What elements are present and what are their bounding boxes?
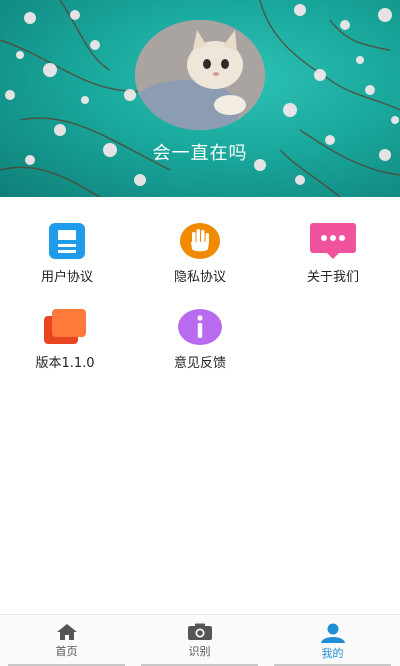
document-icon	[49, 223, 85, 259]
menu-item-label: 意见反馈	[173, 356, 226, 371]
camera-icon	[187, 623, 212, 640]
tab-recognize[interactable]: 识别	[133, 615, 266, 666]
menu-item-feedback[interactable]: 意见反馈	[140, 308, 260, 371]
menu-item-privacy-agreement[interactable]: 隐私协议	[140, 222, 260, 285]
user-icon	[320, 623, 345, 643]
username: 会一直在吗	[152, 143, 248, 164]
hand-icon	[180, 223, 220, 259]
menu-item-label: 用户协议	[40, 270, 93, 285]
menu-item-label: 版本1.1.0	[35, 356, 95, 371]
profile-page: 会一直在吗 用户协议 隐私协议 关于我们 版本1.1.0 意见反馈 首页 识别 …	[0, 0, 400, 666]
menu-item-label: 隐私协议	[173, 270, 226, 285]
bottom-tab-bar: 首页 识别 我的	[0, 614, 400, 666]
tab-label: 我的	[321, 647, 344, 660]
tab-label: 识别	[188, 645, 211, 658]
menu-item-label: 关于我们	[306, 270, 359, 285]
profile-header: 会一直在吗	[0, 0, 400, 197]
menu-item-version[interactable]: 版本1.1.0	[5, 308, 125, 371]
avatar[interactable]	[135, 20, 265, 130]
info-icon	[178, 309, 222, 345]
home-icon	[56, 624, 77, 640]
cat-avatar-icon	[135, 20, 265, 130]
chat-bubble-icon	[310, 223, 356, 259]
tab-mine[interactable]: 我的	[266, 615, 399, 666]
layers-icon	[44, 309, 86, 344]
tab-label: 首页	[55, 645, 78, 658]
menu-item-user-agreement[interactable]: 用户协议	[7, 222, 127, 285]
tab-home[interactable]: 首页	[0, 615, 133, 666]
menu-item-about-us[interactable]: 关于我们	[273, 222, 393, 285]
